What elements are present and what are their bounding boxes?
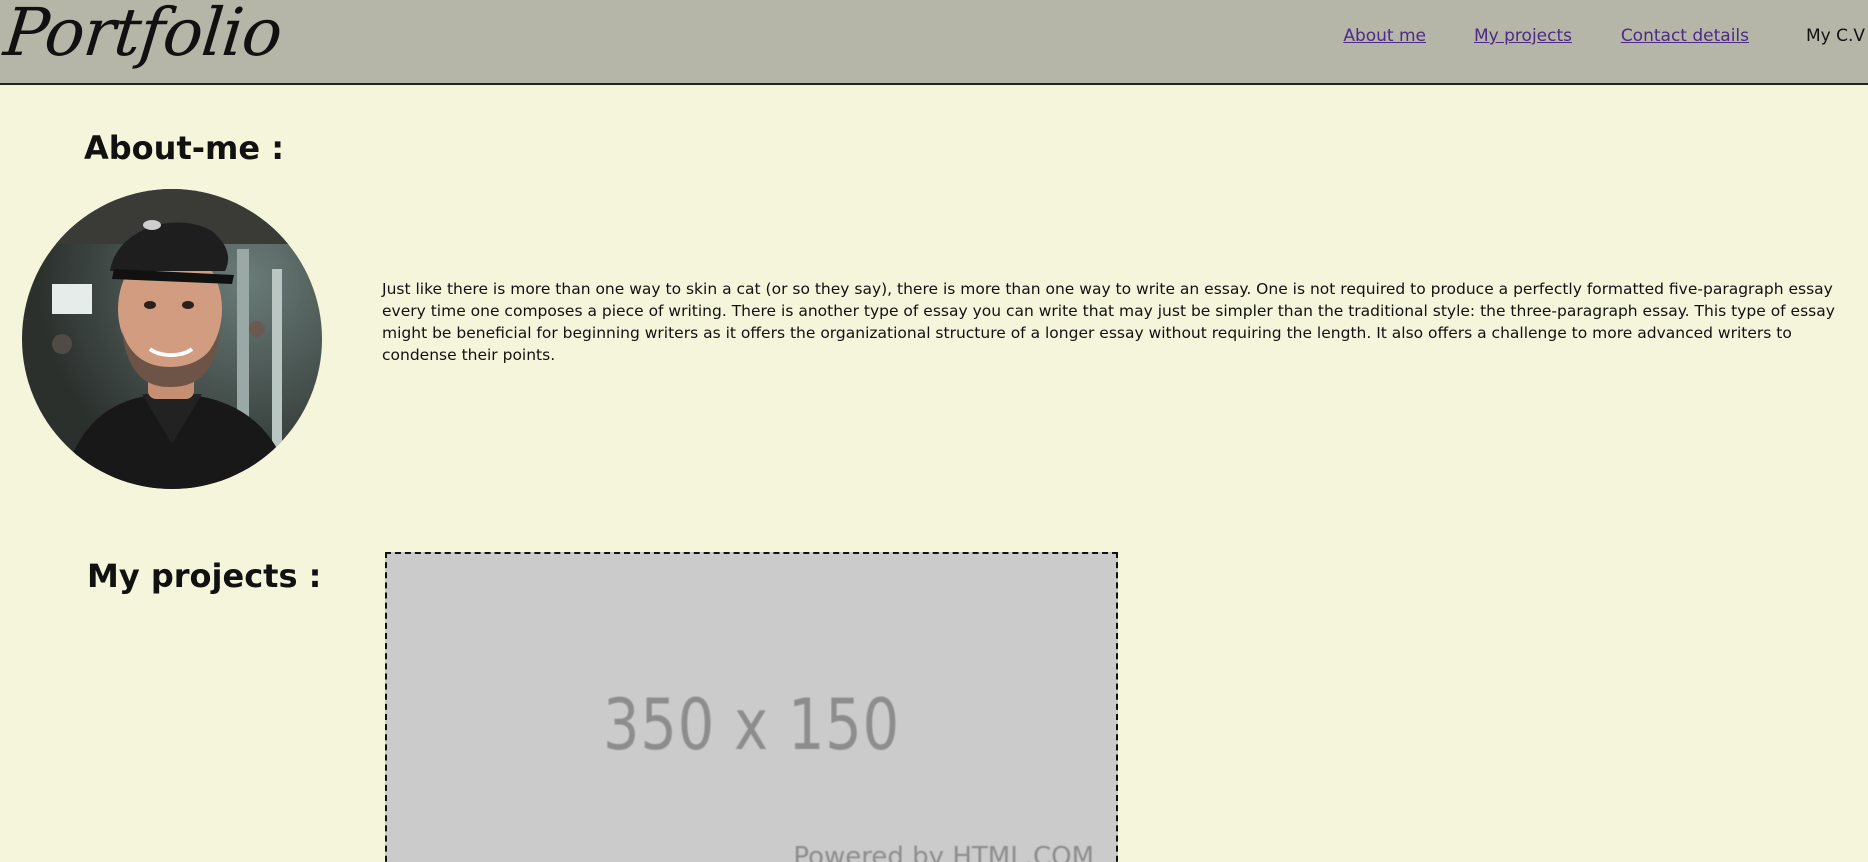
projects-title: My projects :	[87, 557, 322, 595]
site-logo: Portfolio	[0, 0, 286, 71]
placeholder-powered-label: Powered by HTML.COM	[793, 842, 1094, 862]
placeholder-size-label: 350 x 150	[603, 684, 900, 766]
profile-photo	[22, 189, 322, 489]
portfolio-page: Portfolio About me My projects Contact d…	[0, 0, 1868, 862]
nav-link-my-projects[interactable]: My projects	[1474, 26, 1572, 46]
project-placeholder-image: 350 x 150 Powered by HTML.COM	[385, 552, 1118, 862]
nav-link-contact-details[interactable]: Contact details	[1621, 26, 1749, 46]
about-paragraph: Just like there is more than one way to …	[382, 280, 1835, 364]
nav-item-my-cv[interactable]: My C.V	[1806, 26, 1865, 46]
site-header: Portfolio About me My projects Contact d…	[0, 0, 1868, 85]
nav-link-about-me[interactable]: About me	[1343, 26, 1426, 46]
about-title: About-me :	[84, 129, 284, 167]
